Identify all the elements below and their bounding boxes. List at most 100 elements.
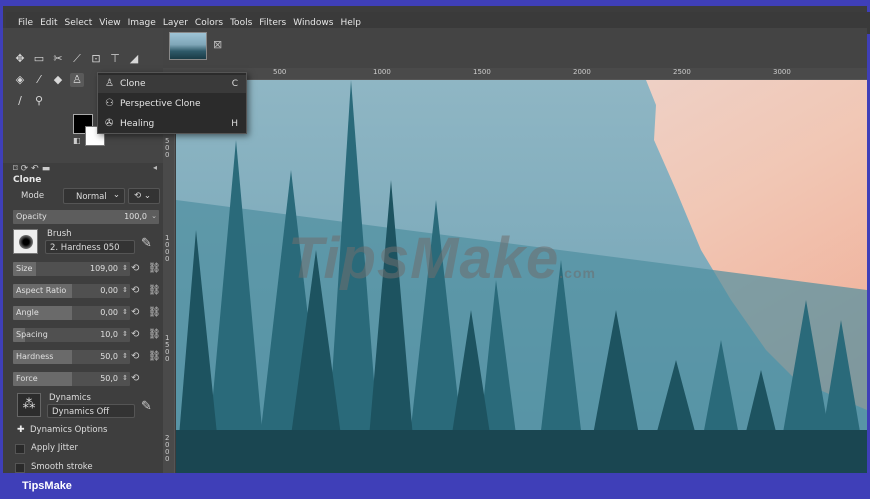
edit-dynamics-icon[interactable]: ✎ xyxy=(141,399,152,414)
spin-icon: ⇕ xyxy=(122,330,128,338)
dynamics-value: Dynamics Off xyxy=(52,407,110,417)
mode-select[interactable]: Normal ⌄ xyxy=(63,188,125,204)
rect-select-tool-icon[interactable]: ▭ xyxy=(32,52,46,66)
ruler-label: 2500 xyxy=(673,68,691,76)
device-status-tab-icon[interactable]: ⟳ xyxy=(21,164,29,174)
image-thumbnail[interactable] xyxy=(169,32,207,60)
hardness-reset-icon[interactable]: ⟲ xyxy=(131,351,139,362)
size-link-icon[interactable]: ⛓ xyxy=(148,263,161,274)
spin-icon: ⇕ xyxy=(122,264,128,272)
reset-colors-icon[interactable]: ◧ xyxy=(73,136,81,145)
brush-preview[interactable] xyxy=(13,229,38,254)
transform-tool-icon[interactable]: ⊤ xyxy=(108,52,122,66)
zoom-tool-icon[interactable]: ⚲ xyxy=(32,94,46,108)
menu-windows[interactable]: Windows xyxy=(293,18,333,28)
eraser-tool-icon[interactable]: ◆ xyxy=(51,73,65,87)
clone-icon: ♙ xyxy=(105,78,114,89)
bucket-fill-tool-icon[interactable]: ◈ xyxy=(13,73,27,87)
opacity-slider[interactable]: Opacity 100,0 ⌄ xyxy=(13,210,159,224)
shortcut-key: C xyxy=(231,79,238,89)
spacing-link-icon[interactable]: ⛓ xyxy=(148,329,161,340)
apply-jitter-label: Apply Jitter xyxy=(31,443,78,453)
size-slider[interactable]: Size 109,00 ⇕ xyxy=(13,262,130,276)
brush-name-field[interactable]: 2. Hardness 050 xyxy=(45,240,135,254)
image-canvas[interactable]: TipsMake.com xyxy=(176,80,867,473)
move-tool-icon[interactable]: ✥ xyxy=(13,52,27,66)
spacing-value: 10,0 xyxy=(100,330,118,339)
tool-options-tab-icon[interactable]: ⌑ xyxy=(13,164,18,174)
apply-jitter-checkbox[interactable] xyxy=(15,444,25,454)
spin-icon: ⇕ xyxy=(122,308,128,316)
dropdown-item-clone[interactable]: ♙ Clone C xyxy=(98,75,246,93)
edit-brush-icon[interactable]: ✎ xyxy=(141,236,152,251)
angle-link-icon[interactable]: ⛓ xyxy=(148,307,161,318)
aspect-ratio-value: 0,00 xyxy=(100,286,118,295)
ruler-label: 2000 xyxy=(165,434,170,463)
menu-select[interactable]: Select xyxy=(65,18,93,28)
crop-tool-icon[interactable]: ⊡ xyxy=(89,52,103,66)
expand-plus-icon[interactable]: ✚ xyxy=(17,425,25,435)
tools-row-3: ∕ ⚲ xyxy=(13,94,46,108)
spacing-slider[interactable]: Spacing 10,0 ⇕ xyxy=(13,328,130,342)
menu-file[interactable]: File xyxy=(18,18,33,28)
mode-effect-select[interactable]: ⟲ ⌄ xyxy=(128,188,160,204)
hardness-link-icon[interactable]: ⛓ xyxy=(148,351,161,362)
footer-brand: TipsMake xyxy=(22,480,72,492)
panel-menu-icon[interactable]: ◂ xyxy=(153,163,157,172)
scissors-tool-icon[interactable]: ✂ xyxy=(51,52,65,66)
size-reset-icon[interactable]: ⟲ xyxy=(131,263,139,274)
tool-options-panel: ⌑ ⟳ ↶ ▬ ◂ Clone Mode Normal ⌄ ⟲ ⌄ Opacit… xyxy=(3,163,163,473)
opacity-value: 100,0 xyxy=(124,212,147,221)
fuzzy-select-tool-icon[interactable]: ⟋ xyxy=(70,52,84,66)
force-slider[interactable]: Force 50,0 ⇕ xyxy=(13,372,130,386)
dropdown-item-healing[interactable]: ✇ Healing H xyxy=(98,115,246,133)
size-label: Size xyxy=(16,264,33,273)
menu-colors[interactable]: Colors xyxy=(195,18,223,28)
menu-help[interactable]: Help xyxy=(340,18,361,28)
shortcut-key: H xyxy=(231,119,238,129)
angle-slider[interactable]: Angle 0,00 ⇕ xyxy=(13,306,130,320)
brush-dot xyxy=(19,235,33,249)
spacing-label: Spacing xyxy=(16,330,48,339)
menu-layer[interactable]: Layer xyxy=(163,18,188,28)
menu-image[interactable]: Image xyxy=(128,18,156,28)
ruler-label: 3000 xyxy=(773,68,791,76)
spacing-reset-icon[interactable]: ⟲ xyxy=(131,329,139,340)
menu-edit[interactable]: Edit xyxy=(40,18,57,28)
aspect-ratio-link-icon[interactable]: ⛓ xyxy=(148,285,161,296)
mode-row: Mode Normal ⌄ ⟲ ⌄ xyxy=(13,188,165,206)
smooth-stroke-label: Smooth stroke xyxy=(31,462,93,472)
hardness-slider[interactable]: Hardness 50,0 ⇕ xyxy=(13,350,130,364)
aspect-ratio-reset-icon[interactable]: ⟲ xyxy=(131,285,139,296)
ruler-label: 1000 xyxy=(373,68,391,76)
aspect-ratio-slider[interactable]: Aspect Ratio 0,00 ⇕ xyxy=(13,284,130,298)
ruler-label: 2000 xyxy=(573,68,591,76)
opacity-label: Opacity xyxy=(16,212,47,221)
images-tab-icon[interactable]: ▬ xyxy=(42,164,51,174)
undo-history-tab-icon[interactable]: ↶ xyxy=(31,164,39,174)
menu-filters[interactable]: Filters xyxy=(259,18,286,28)
paintbrush-tool-icon[interactable]: ⁄ xyxy=(32,73,46,87)
close-image-icon[interactable]: ⊠ xyxy=(213,38,222,51)
hardness-label: Hardness xyxy=(16,352,54,361)
chevron-down-icon: ⌄ xyxy=(143,191,151,201)
path-tool-icon[interactable]: ∕ xyxy=(13,94,27,108)
tool-group-dropdown: ♙ Clone C ⚇ Perspective Clone ✇ Healing … xyxy=(97,72,247,134)
dynamics-icon[interactable]: ⁂ xyxy=(17,393,41,417)
dynamics-field[interactable]: Dynamics Off xyxy=(47,404,135,418)
smooth-stroke-checkbox[interactable] xyxy=(15,463,25,473)
brush-name-value: 2. Hardness 050 xyxy=(50,243,120,253)
ruler-label: 1000 xyxy=(165,234,170,263)
clone-tool-icon[interactable]: ♙ xyxy=(70,73,84,87)
force-label: Force xyxy=(16,374,38,383)
angle-reset-icon[interactable]: ⟲ xyxy=(131,307,139,318)
warp-tool-icon[interactable]: ◢ xyxy=(127,52,141,66)
ruler-label: 1500 xyxy=(165,334,170,363)
healing-icon: ✇ xyxy=(105,118,114,129)
panel-tabs: ⌑ ⟳ ↶ ▬ xyxy=(3,163,163,175)
force-reset-icon[interactable]: ⟲ xyxy=(131,373,139,384)
menu-view[interactable]: View xyxy=(99,18,120,28)
menu-tools[interactable]: Tools xyxy=(230,18,252,28)
dynamics-options-toggle[interactable]: Dynamics Options xyxy=(30,425,107,435)
dropdown-item-perspective-clone[interactable]: ⚇ Perspective Clone xyxy=(98,95,246,113)
